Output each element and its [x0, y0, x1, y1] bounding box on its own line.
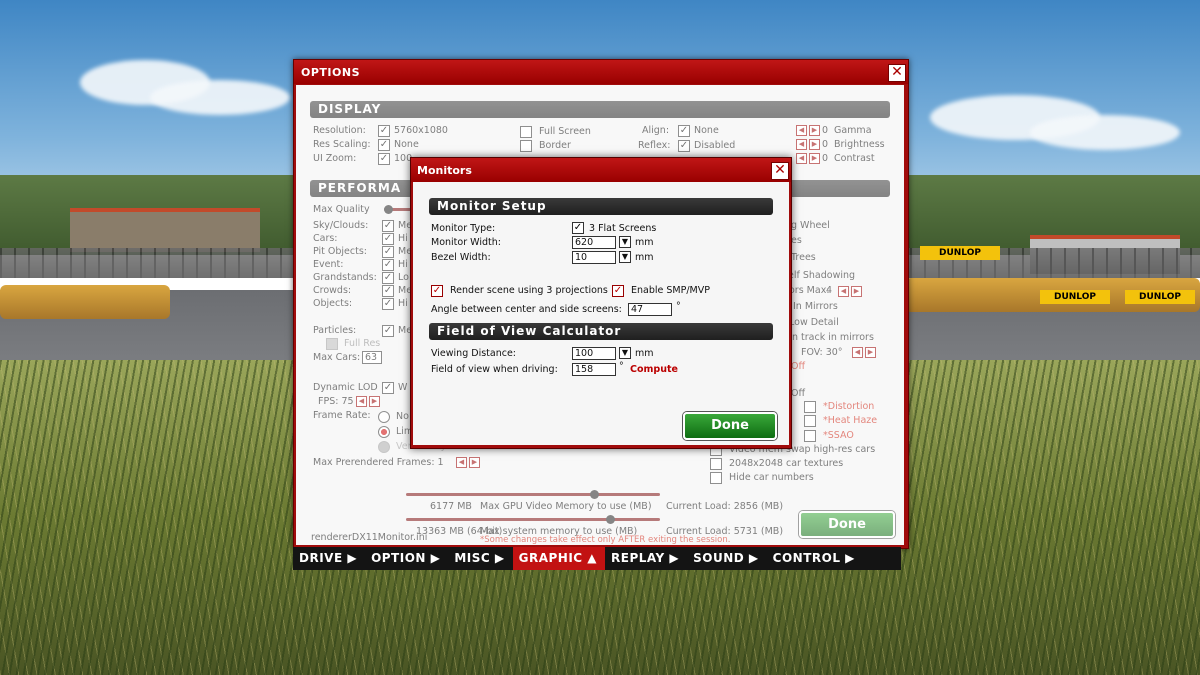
viewing-distance-input[interactable]: 100 [572, 347, 616, 360]
fov-driving-unit: ° [619, 361, 624, 372]
tab-control[interactable]: CONTROL ▶ [767, 547, 863, 570]
enable-smp-checkbox[interactable] [612, 285, 624, 297]
monitor-type-label: Monitor Type: [431, 223, 496, 234]
fov-driving-input[interactable]: 158 [572, 363, 616, 376]
angle-label: Angle between center and side screens: [431, 304, 622, 315]
monitors-title: Monitors [417, 164, 472, 177]
monitor-width-label: Monitor Width: [431, 237, 501, 248]
pit-building [70, 208, 260, 252]
angle-unit: ° [676, 301, 681, 312]
tab-drive[interactable]: DRIVE ▶ [293, 547, 365, 570]
options-title: OPTIONS [301, 66, 360, 79]
monitors-body: Monitor Setup Monitor Type: 3 Flat Scree… [413, 182, 789, 445]
chevron-down-icon[interactable]: ▼ [619, 236, 631, 248]
render-3-projections-label: Render scene using 3 projections [450, 285, 608, 296]
cloud [1030, 115, 1180, 150]
tab-sound[interactable]: SOUND ▶ [687, 547, 767, 570]
close-icon[interactable]: ✕ [888, 64, 906, 82]
monitor-type-value[interactable]: 3 Flat Screens [589, 223, 656, 234]
viewing-distance-label: Viewing Distance: [431, 348, 516, 359]
fov-driving-label: Field of view when driving: [431, 364, 558, 375]
monitors-done-button[interactable]: Done [683, 412, 777, 440]
fov-calculator-header: Field of View Calculator [429, 323, 773, 340]
tab-replay[interactable]: REPLAY ▶ [605, 547, 687, 570]
dunlop-banner: DUNLOP [1125, 290, 1195, 304]
options-titlebar: OPTIONS ✕ [294, 60, 908, 84]
angle-input[interactable]: 47 [628, 303, 672, 316]
enable-smp-label: Enable SMP/MVP [631, 285, 710, 296]
hay-bales [0, 285, 170, 319]
dunlop-banner: DUNLOP [920, 246, 1000, 260]
monitors-dialog: Monitors ✕ Monitor Setup Monitor Type: 3… [410, 157, 792, 449]
monitor-type-dropdown-icon[interactable] [572, 222, 584, 234]
chevron-down-icon[interactable]: ▼ [619, 251, 631, 263]
close-icon[interactable]: ✕ [771, 162, 789, 180]
tab-graphic[interactable]: GRAPHIC ▲ [512, 547, 606, 570]
monitor-setup-header: Monitor Setup [429, 198, 773, 215]
cloud [150, 80, 290, 115]
monitor-width-input[interactable]: 620 [572, 236, 616, 249]
monitors-titlebar: Monitors ✕ [411, 158, 791, 182]
bottom-tab-bar: DRIVE ▶ OPTION ▶ MISC ▶ GRAPHIC ▲ REPLAY ▶ SO… [293, 547, 901, 570]
chevron-down-icon[interactable]: ▼ [619, 347, 631, 359]
bezel-width-input[interactable]: 10 [572, 251, 616, 264]
compute-link[interactable]: Compute [630, 364, 678, 375]
bezel-width-unit: mm [635, 252, 654, 263]
tab-misc[interactable]: MISC ▶ [448, 547, 512, 570]
viewing-distance-unit: mm [635, 348, 654, 359]
bezel-width-label: Bezel Width: [431, 252, 491, 263]
tab-option[interactable]: OPTION ▶ [365, 547, 448, 570]
monitor-width-unit: mm [635, 237, 654, 248]
dunlop-banner: DUNLOP [1040, 290, 1110, 304]
render-3-projections-checkbox[interactable] [431, 285, 443, 297]
